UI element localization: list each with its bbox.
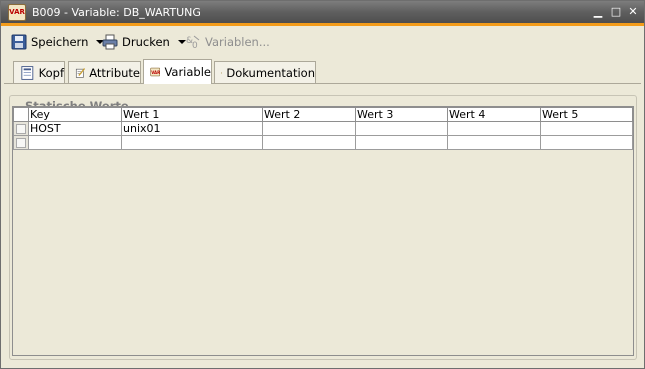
tab-kopf[interactable]: Kopf xyxy=(13,61,65,83)
header-row: Key Wert 1 Wert 2 Wert 3 Wert 4 Wert 5 xyxy=(13,107,633,122)
save-label: Speichern xyxy=(31,35,89,49)
minimize-button[interactable]: ▁ xyxy=(591,5,605,19)
application-window: VAR B009 - Variable: DB_WARTUNG ▁ □ ✕ Sp… xyxy=(0,0,645,369)
table-row xyxy=(13,135,633,150)
table-cell[interactable] xyxy=(355,135,448,150)
save-button[interactable]: Speichern xyxy=(11,32,105,52)
column-header-wert-2[interactable]: Wert 2 xyxy=(262,107,356,122)
table-cell[interactable] xyxy=(262,135,356,150)
close-button[interactable]: ✕ xyxy=(626,5,640,19)
attributes-icon xyxy=(75,67,86,78)
row-header-corner xyxy=(13,107,29,122)
tab-label: Attribute xyxy=(89,65,140,80)
tab-label: Kopf xyxy=(38,65,64,80)
table-cell[interactable] xyxy=(447,135,541,150)
column-header-key[interactable]: Key xyxy=(28,107,122,122)
variables-label: Variablen... xyxy=(205,35,270,49)
variable-window-icon: VAR xyxy=(8,4,26,21)
printer-icon xyxy=(102,34,118,50)
variable-icon: VAR xyxy=(150,67,161,77)
print-button[interactable]: Drucken xyxy=(102,32,186,52)
table-cell[interactable] xyxy=(447,121,541,136)
tab-dokumentation[interactable]: Dokumentation xyxy=(214,61,316,83)
column-header-wert-5[interactable]: Wert 5 xyxy=(540,107,633,122)
maximize-button[interactable]: □ xyxy=(609,5,623,19)
table-row: HOST unix01 xyxy=(13,121,633,136)
table-cell[interactable] xyxy=(540,121,633,136)
variables-icon: & 0 xyxy=(186,35,200,50)
title-bar[interactable]: VAR B009 - Variable: DB_WARTUNG ▁ □ ✕ xyxy=(1,1,644,23)
row-selector[interactable] xyxy=(13,121,29,136)
tab-label: Dokumentation xyxy=(226,65,315,80)
variables-button[interactable]: & 0 Variablen... xyxy=(185,32,270,52)
column-header-wert-4[interactable]: Wert 4 xyxy=(447,107,541,122)
row-selector-box xyxy=(16,123,26,134)
table-cell[interactable] xyxy=(121,135,263,150)
svg-text:VAR: VAR xyxy=(151,70,160,75)
row-selector[interactable] xyxy=(13,135,29,150)
toolbar: Speichern Drucken & 0 Variablen... xyxy=(1,26,644,59)
documentation-icon xyxy=(221,71,223,74)
window-title: B009 - Variable: DB_WARTUNG xyxy=(32,6,201,19)
static-values-grid[interactable]: Key Wert 1 Wert 2 Wert 3 Wert 4 Wert 5 H… xyxy=(12,106,634,356)
table-cell[interactable] xyxy=(355,121,448,136)
table-cell[interactable]: HOST xyxy=(28,121,122,136)
header-icon xyxy=(21,65,34,80)
tab-label: Variable xyxy=(164,65,211,79)
tab-variable[interactable]: VAR Variable xyxy=(143,59,212,84)
column-header-wert-3[interactable]: Wert 3 xyxy=(355,107,448,122)
table-cell[interactable] xyxy=(28,135,122,150)
print-label: Drucken xyxy=(122,35,170,49)
row-selector-box xyxy=(16,137,26,148)
table-cell[interactable] xyxy=(262,121,356,136)
table-cell[interactable]: unix01 xyxy=(121,121,263,136)
svg-text:0: 0 xyxy=(192,41,198,50)
column-header-wert-1[interactable]: Wert 1 xyxy=(121,107,263,122)
table-cell[interactable] xyxy=(540,135,633,150)
values-table: Key Wert 1 Wert 2 Wert 3 Wert 4 Wert 5 H… xyxy=(13,107,633,150)
tab-attribute[interactable]: Attribute xyxy=(68,61,141,83)
variable-tab-content: Statische Werte Key Wert 1 xyxy=(4,84,640,363)
floppy-disk-icon xyxy=(11,34,27,50)
bottom-border xyxy=(4,363,640,366)
